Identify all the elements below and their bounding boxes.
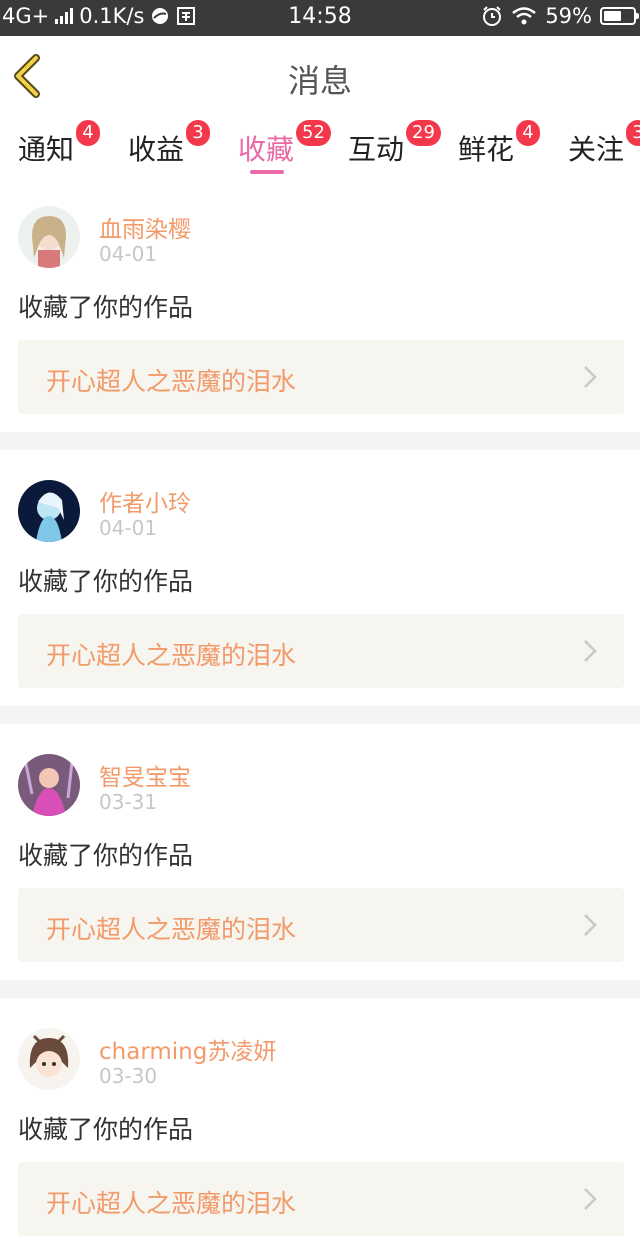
tab-favorites[interactable]: 收藏 52 <box>238 120 331 168</box>
tab-bar: 通知 4 收益 3 收藏 52 互动 29 鲜花 4 关注 3 <box>0 116 640 176</box>
tab-flowers[interactable]: 鲜花 4 <box>458 120 540 168</box>
list-item: charming苏凌妍 03-30 收藏了你的作品 开心超人之恶魔的泪水 <box>0 998 640 1254</box>
unread-badge: 3 <box>626 120 640 146</box>
nav-bar: 消息 <box>0 36 640 117</box>
battery-fill <box>604 11 621 21</box>
action-text: 收藏了你的作品 <box>18 841 194 870</box>
tab-label: 收藏 <box>238 133 295 166</box>
avatar[interactable] <box>18 1028 80 1090</box>
list-item: 智旻宝宝 03-31 收藏了你的作品 开心超人之恶魔的泪水 <box>0 724 640 980</box>
alarm-icon <box>483 6 502 26</box>
username[interactable]: 智旻宝宝 <box>99 758 191 792</box>
timestamp: 04-01 <box>99 516 158 540</box>
username[interactable]: 血雨染樱 <box>99 210 191 244</box>
username[interactable]: charming苏凌妍 <box>99 1032 276 1066</box>
chevron-right-icon <box>584 366 597 388</box>
action-text: 收藏了你的作品 <box>18 567 194 596</box>
tab-notifications[interactable]: 通知 4 <box>18 120 100 168</box>
avatar[interactable] <box>18 206 80 268</box>
work-title: 开心超人之恶魔的泪水 <box>46 915 297 944</box>
chevron-right-icon <box>584 1188 597 1210</box>
divider <box>0 432 640 450</box>
battery-icon <box>600 7 639 25</box>
tab-follows[interactable]: 关注 3 <box>568 120 640 168</box>
divider <box>0 980 640 998</box>
tab-interactions[interactable]: 互动 29 <box>348 120 441 168</box>
page-title: 消息 <box>287 62 352 100</box>
work-link[interactable]: 开心超人之恶魔的泪水 <box>18 888 624 962</box>
active-tab-indicator <box>250 170 284 174</box>
action-text: 收藏了你的作品 <box>18 293 194 322</box>
work-title: 开心超人之恶魔的泪水 <box>46 367 297 396</box>
tab-label: 互动 <box>348 133 405 166</box>
avatar[interactable] <box>18 480 80 542</box>
unread-badge: 4 <box>76 120 100 146</box>
username[interactable]: 作者小玲 <box>99 484 191 518</box>
timestamp: 04-01 <box>99 242 158 266</box>
unread-badge: 4 <box>516 120 540 146</box>
work-title: 开心超人之恶魔的泪水 <box>46 1189 297 1218</box>
message-list: 血雨染樱 04-01 收藏了你的作品 开心超人之恶魔的泪水 作者小玲 04-01… <box>0 176 640 1254</box>
divider <box>0 706 640 724</box>
tab-earnings[interactable]: 收益 3 <box>128 120 210 168</box>
work-link[interactable]: 开心超人之恶魔的泪水 <box>18 1162 624 1236</box>
list-item: 作者小玲 04-01 收藏了你的作品 开心超人之恶魔的泪水 <box>0 450 640 706</box>
work-link[interactable]: 开心超人之恶魔的泪水 <box>18 614 624 688</box>
battery-percent: 59% <box>545 4 592 28</box>
chevron-right-icon <box>584 640 597 662</box>
timestamp: 03-30 <box>99 1064 158 1088</box>
status-right: 59% <box>481 4 639 28</box>
work-link[interactable]: 开心超人之恶魔的泪水 <box>18 340 624 414</box>
unread-badge: 52 <box>296 120 331 146</box>
chevron-right-icon <box>584 914 597 936</box>
unread-badge: 29 <box>406 120 441 146</box>
tab-label: 收益 <box>128 133 185 166</box>
wifi-icon <box>512 7 537 25</box>
unread-badge: 3 <box>186 120 210 146</box>
list-item: 血雨染樱 04-01 收藏了你的作品 开心超人之恶魔的泪水 <box>0 176 640 432</box>
tab-label: 关注 <box>568 133 625 166</box>
timestamp: 03-31 <box>99 790 158 814</box>
avatar[interactable] <box>18 754 80 816</box>
work-title: 开心超人之恶魔的泪水 <box>46 641 297 670</box>
tab-label: 鲜花 <box>458 133 515 166</box>
status-bar: 4G+ 0.1K/s 14:58 59% <box>0 0 640 36</box>
action-text: 收藏了你的作品 <box>18 1115 194 1144</box>
tab-label: 通知 <box>18 133 75 166</box>
